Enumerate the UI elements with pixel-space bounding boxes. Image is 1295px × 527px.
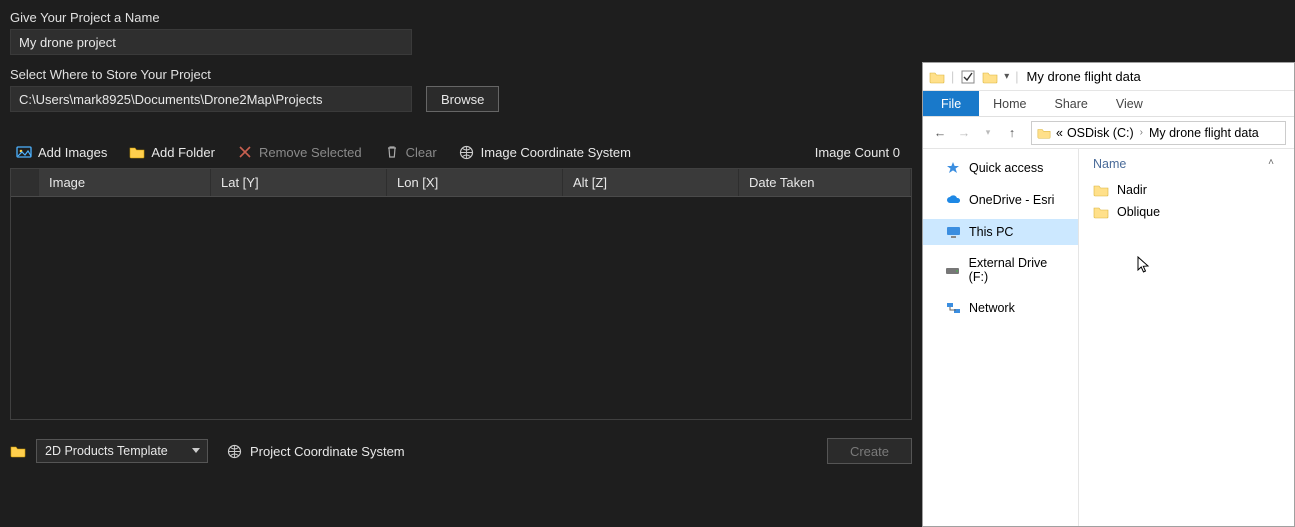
folder-icon xyxy=(129,144,145,160)
project-store-label: Select Where to Store Your Project xyxy=(10,67,912,82)
project-coord-button[interactable]: Project Coordinate System xyxy=(226,443,405,459)
folder-item-label: Nadir xyxy=(1117,183,1147,197)
browse-button[interactable]: Browse xyxy=(426,86,499,112)
nav-recent-dropdown[interactable]: ▾ xyxy=(979,127,997,138)
star-icon xyxy=(945,160,961,176)
folder-icon xyxy=(982,69,998,85)
folder-icon xyxy=(1093,204,1109,220)
sidebar-item-onedrive[interactable]: OneDrive - Esri xyxy=(923,187,1078,213)
table-header-lon[interactable]: Lon [X] xyxy=(387,169,563,196)
table-header-alt[interactable]: Alt [Z] xyxy=(563,169,739,196)
clear-button[interactable]: Clear xyxy=(384,144,437,160)
image-coord-button[interactable]: Image Coordinate System xyxy=(459,144,631,160)
table-header-row: Image Lat [Y] Lon [X] Alt [Z] Date Taken xyxy=(11,169,911,197)
cloud-icon xyxy=(945,192,961,208)
folder-icon xyxy=(1093,182,1109,198)
globe-icon xyxy=(226,443,242,459)
breadcrumb-prefix[interactable]: « xyxy=(1056,126,1063,140)
image-table: Image Lat [Y] Lon [X] Alt [Z] Date Taken xyxy=(10,168,912,420)
monitor-icon xyxy=(945,224,961,240)
image-count-label: Image Count 0 xyxy=(815,145,906,160)
address-bar[interactable]: « OSDisk (C:) › My drone flight data xyxy=(1031,121,1286,145)
project-setup-panel: Give Your Project a Name Select Where to… xyxy=(0,0,922,527)
footer-row: 2D Products Template Project Coordinate … xyxy=(10,438,912,464)
project-coord-label: Project Coordinate System xyxy=(250,444,405,459)
template-select[interactable]: 2D Products Template xyxy=(36,439,208,463)
create-button[interactable]: Create xyxy=(827,438,912,464)
image-toolbar: Add Images Add Folder Remove Selected Cl… xyxy=(10,140,912,164)
nav-forward-button[interactable]: → xyxy=(955,126,973,140)
sidebar-item-label: OneDrive - Esri xyxy=(969,193,1054,207)
nav-up-button[interactable]: ↑ xyxy=(1003,126,1021,140)
remove-icon xyxy=(237,144,253,160)
explorer-content[interactable]: Name ˄ Nadir Oblique xyxy=(1079,149,1294,526)
trash-icon xyxy=(384,144,400,160)
folder-item[interactable]: Oblique xyxy=(1079,201,1294,223)
explorer-sidebar: Quick access OneDrive - Esri This PC xyxy=(923,149,1079,526)
sidebar-item-quick-access[interactable]: Quick access xyxy=(923,155,1078,181)
image-coord-label: Image Coordinate System xyxy=(481,145,631,160)
project-path-display[interactable]: C:\Users\mark8925\Documents\Drone2Map\Pr… xyxy=(10,86,412,112)
sidebar-item-label: Quick access xyxy=(969,161,1043,175)
globe-icon xyxy=(459,144,475,160)
remove-selected-label: Remove Selected xyxy=(259,145,362,160)
nav-back-button[interactable]: ← xyxy=(931,126,949,140)
checkbox-icon[interactable] xyxy=(960,69,976,85)
folder-item[interactable]: Nadir xyxy=(1079,179,1294,201)
table-body-empty xyxy=(11,197,911,419)
folder-item-label: Oblique xyxy=(1117,205,1160,219)
sidebar-item-label: Network xyxy=(969,301,1015,315)
explorer-titlebar[interactable]: | ▾ | My drone flight data xyxy=(923,63,1294,91)
drive-icon xyxy=(945,262,961,278)
add-images-button[interactable]: Add Images xyxy=(16,144,107,160)
ribbon-tab-file[interactable]: File xyxy=(923,91,979,116)
column-header-name[interactable]: Name xyxy=(1093,157,1126,171)
table-header-selector[interactable] xyxy=(11,169,39,196)
ribbon-tab-view[interactable]: View xyxy=(1102,91,1157,116)
explorer-nav-row: ← → ▾ ↑ « OSDisk (C:) › My drone flight … xyxy=(923,117,1294,149)
sidebar-item-network[interactable]: Network xyxy=(923,295,1078,321)
breadcrumb-drive[interactable]: OSDisk (C:) xyxy=(1067,126,1134,140)
add-images-label: Add Images xyxy=(38,145,107,160)
qat-dropdown-icon[interactable]: ▾ xyxy=(1004,71,1009,82)
sidebar-item-this-pc[interactable]: This PC xyxy=(923,219,1078,245)
network-icon xyxy=(945,300,961,316)
sidebar-item-label: This PC xyxy=(969,225,1013,239)
table-header-lat[interactable]: Lat [Y] xyxy=(211,169,387,196)
explorer-ribbon: File Home Share View xyxy=(923,91,1294,117)
chevron-up-icon: ˄ xyxy=(1268,157,1274,168)
add-folder-label: Add Folder xyxy=(151,145,215,160)
folder-icon xyxy=(929,69,945,85)
template-folder-icon xyxy=(10,443,26,459)
sidebar-item-external-drive[interactable]: External Drive (F:) xyxy=(923,251,1078,289)
breadcrumb-folder[interactable]: My drone flight data xyxy=(1149,126,1259,140)
images-icon xyxy=(16,144,32,160)
ribbon-tab-share[interactable]: Share xyxy=(1041,91,1102,116)
table-header-image[interactable]: Image xyxy=(39,169,211,196)
explorer-title-text: My drone flight data xyxy=(1027,69,1141,84)
remove-selected-button[interactable]: Remove Selected xyxy=(237,144,362,160)
ribbon-tab-home[interactable]: Home xyxy=(979,91,1040,116)
sidebar-item-label: External Drive (F:) xyxy=(969,256,1068,284)
folder-icon xyxy=(1036,125,1052,141)
project-name-input[interactable] xyxy=(10,29,412,55)
chevron-right-icon: › xyxy=(1138,127,1145,138)
file-explorer-window: | ▾ | My drone flight data File Home Sha… xyxy=(922,62,1295,527)
add-folder-button[interactable]: Add Folder xyxy=(129,144,215,160)
clear-label: Clear xyxy=(406,145,437,160)
project-name-label: Give Your Project a Name xyxy=(10,10,912,25)
table-header-date[interactable]: Date Taken xyxy=(739,169,911,196)
